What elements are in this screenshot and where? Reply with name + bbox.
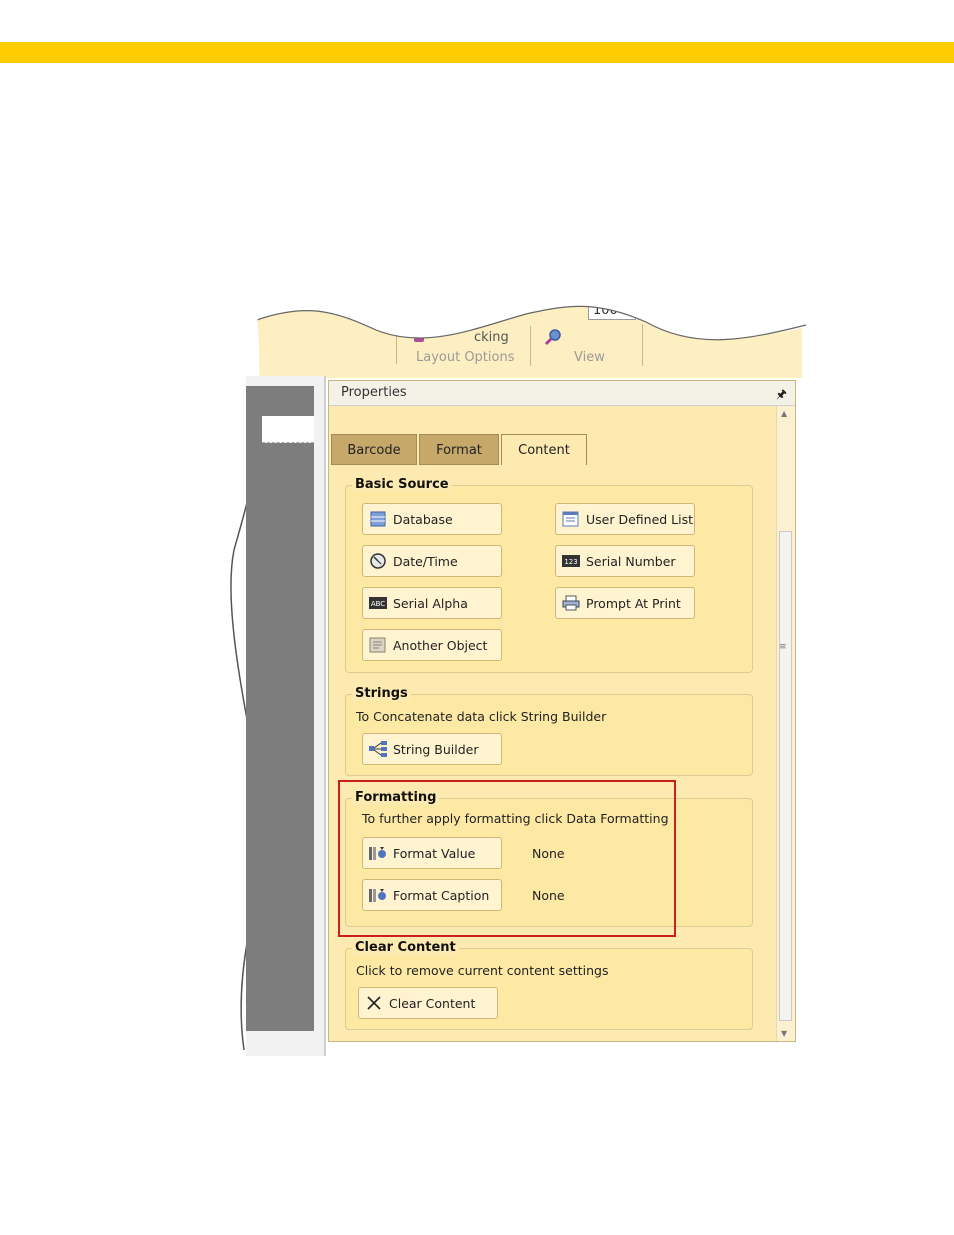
string-builder-icon: [369, 741, 387, 757]
prompt-at-print-label: Prompt At Print: [586, 596, 681, 611]
tab-content[interactable]: Content: [501, 434, 587, 465]
user-defined-list-label: User Defined List: [586, 512, 694, 527]
date-time-label: Date/Time: [393, 554, 458, 569]
string-builder-button[interactable]: String Builder: [362, 733, 502, 765]
clear-content-note: Click to remove current content settings: [356, 963, 609, 978]
strings-group: Strings To Concatenate data click String…: [345, 686, 753, 776]
string-builder-label: String Builder: [393, 742, 479, 757]
clear-content-group: Clear Content Click to remove current co…: [345, 940, 753, 1030]
serial-number-icon: 123: [562, 555, 580, 567]
formatting-highlight-box: [338, 780, 676, 937]
clear-content-label: Clear Content: [389, 996, 476, 1011]
scroll-thumb[interactable]: [779, 531, 792, 1021]
strings-note: To Concatenate data click String Builder: [356, 709, 607, 724]
serial-alpha-icon: ABC: [369, 597, 387, 609]
user-defined-list-button[interactable]: User Defined List: [555, 503, 695, 535]
svg-text:123: 123: [564, 558, 577, 566]
clear-icon: [367, 996, 381, 1010]
pin-icon[interactable]: 🖈: [776, 385, 787, 406]
panel-scrollbar[interactable]: ▲ ≡ ▼: [776, 406, 795, 1041]
top-accent-bar: [0, 42, 954, 63]
scroll-up-icon[interactable]: ▲: [781, 409, 787, 418]
serial-alpha-label: Serial Alpha: [393, 596, 468, 611]
scroll-down-icon[interactable]: ▼: [781, 1029, 787, 1038]
label-preview[interactable]: [262, 416, 314, 443]
database-icon: [370, 511, 386, 527]
another-object-button[interactable]: Another Object: [362, 629, 502, 661]
properties-panel: Properties 🖈 ▲ ≡ ▼ Barcode Format Conten…: [328, 380, 796, 1042]
prompt-at-print-button[interactable]: Prompt At Print: [555, 587, 695, 619]
basic-source-title: Basic Source: [352, 477, 452, 492]
another-object-label: Another Object: [393, 638, 488, 653]
another-object-icon: [369, 637, 386, 653]
date-time-button[interactable]: Date/Time: [362, 545, 502, 577]
serial-number-label: Serial Number: [586, 554, 676, 569]
clear-content-button[interactable]: Clear Content: [358, 987, 498, 1019]
screenshot-area: cking Layout Options 100 View Properties…: [226, 300, 816, 1065]
tab-barcode[interactable]: Barcode: [331, 434, 417, 465]
basic-source-group: Basic Source Database User Defined List: [345, 477, 753, 673]
list-icon: [562, 511, 579, 527]
clock-icon: [370, 553, 386, 569]
database-button[interactable]: Database: [362, 503, 502, 535]
document-canvas[interactable]: [246, 386, 314, 1031]
database-label: Database: [393, 512, 453, 527]
scroll-grip-icon: ≡: [779, 642, 787, 652]
properties-title: Properties: [341, 385, 407, 400]
printer-icon: [562, 595, 580, 611]
tab-format[interactable]: Format: [419, 434, 499, 465]
strings-title: Strings: [352, 686, 411, 701]
serial-alpha-button[interactable]: ABC Serial Alpha: [362, 587, 502, 619]
svg-text:ABC: ABC: [371, 600, 385, 608]
clear-content-title: Clear Content: [352, 940, 459, 955]
properties-header: Properties 🖈: [329, 381, 795, 406]
serial-number-button[interactable]: 123 Serial Number: [555, 545, 695, 577]
